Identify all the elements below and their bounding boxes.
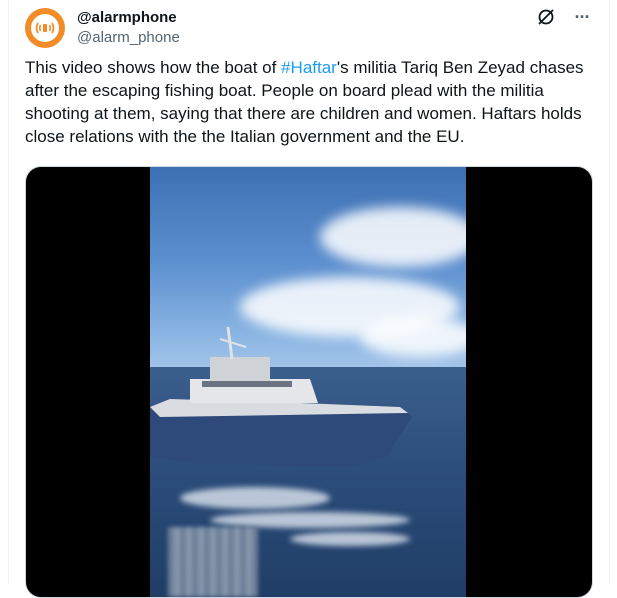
wave-foam [210, 512, 410, 528]
wave-foam [290, 532, 410, 546]
author-names: @alarmphone @alarm_phone [77, 8, 180, 48]
more-icon[interactable]: ··· [571, 6, 593, 28]
avatar[interactable] [25, 8, 65, 48]
alarmphone-logo-icon [31, 14, 59, 42]
blurred-person [168, 527, 258, 597]
tweet-header: @alarmphone @alarm_phone ··· [25, 4, 593, 48]
tweet-text-start: This video shows how the boat of [25, 58, 282, 77]
tweet-actions: ··· [535, 6, 593, 28]
user-handle[interactable]: @alarm_phone [77, 28, 180, 48]
tweet-text: This video shows how the boat of #Haftar… [25, 56, 595, 148]
video-player[interactable] [25, 166, 593, 598]
wave-foam [180, 487, 330, 509]
video-frame [150, 167, 466, 597]
grok-icon[interactable] [535, 6, 557, 28]
tweet-card: @alarmphone @alarm_phone ··· This video … [8, 0, 610, 598]
display-name[interactable]: @alarmphone [77, 8, 180, 28]
hashtag-link[interactable]: #Haftar [281, 58, 337, 77]
